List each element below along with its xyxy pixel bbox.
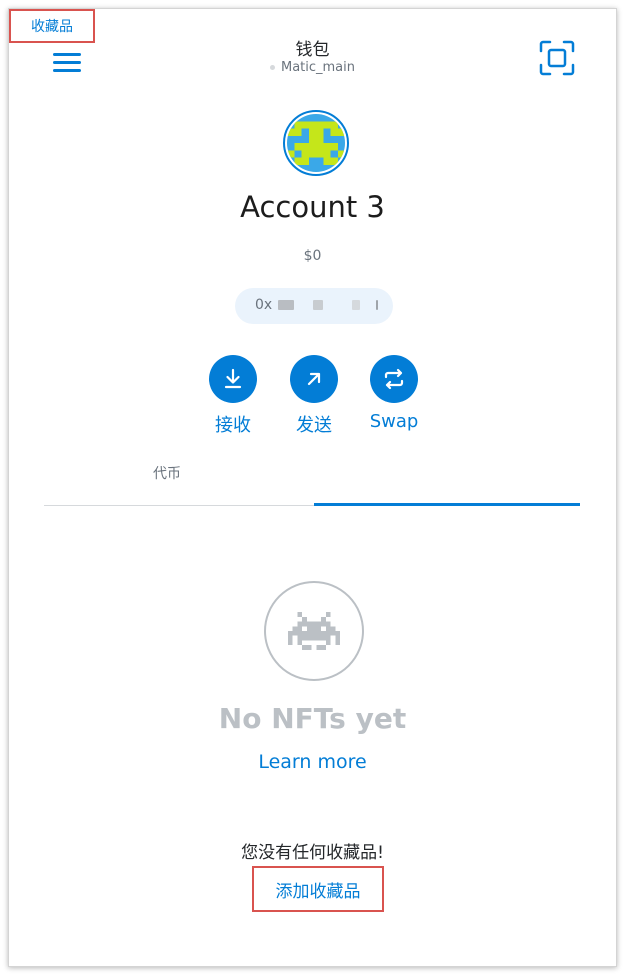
learn-more-link[interactable]: Learn more	[9, 751, 616, 773]
swap-label: Swap	[369, 411, 419, 432]
qr-scan-icon[interactable]	[539, 40, 575, 76]
empty-collectibles-message: 您没有任何收藏品!	[241, 843, 384, 863]
account-address-pill[interactable]: 0x	[235, 288, 393, 324]
address-prefix: 0x	[255, 297, 273, 313]
space-invader-icon	[288, 612, 340, 650]
address-redacted	[313, 300, 323, 310]
tab-tokens[interactable]: 代币	[153, 463, 181, 483]
account-name[interactable]: Account 3	[9, 190, 616, 224]
identicon-icon	[287, 114, 345, 172]
network-status-dot	[269, 65, 275, 70]
send-label: 发送	[296, 415, 332, 436]
empty-state-heading: No NFTs yet	[218, 702, 407, 735]
receive-button[interactable]: 接收	[198, 355, 268, 437]
add-collectible-link[interactable]: 添加收藏品	[252, 866, 384, 912]
swap-icon	[384, 368, 404, 390]
swap-button[interactable]: Swap	[359, 355, 429, 432]
wallet-screen: 钱包 Matic_main Account 3 $0 0x 接收 发送 Swap…	[8, 8, 617, 967]
address-redacted	[352, 300, 360, 310]
send-icon	[307, 372, 321, 386]
page-title: 钱包	[295, 40, 330, 60]
network-name: Matic_main	[280, 60, 356, 75]
active-tab-indicator	[314, 503, 580, 506]
nft-placeholder	[264, 581, 364, 681]
address-redacted	[278, 300, 294, 310]
account-balance: $0	[303, 248, 322, 264]
receive-label: 接收	[215, 415, 251, 436]
address-redacted	[376, 300, 378, 310]
network-indicator[interactable]: Matic_main	[9, 60, 616, 75]
receive-icon	[224, 368, 242, 389]
send-button[interactable]: 发送	[279, 355, 349, 437]
account-avatar[interactable]	[283, 110, 349, 176]
